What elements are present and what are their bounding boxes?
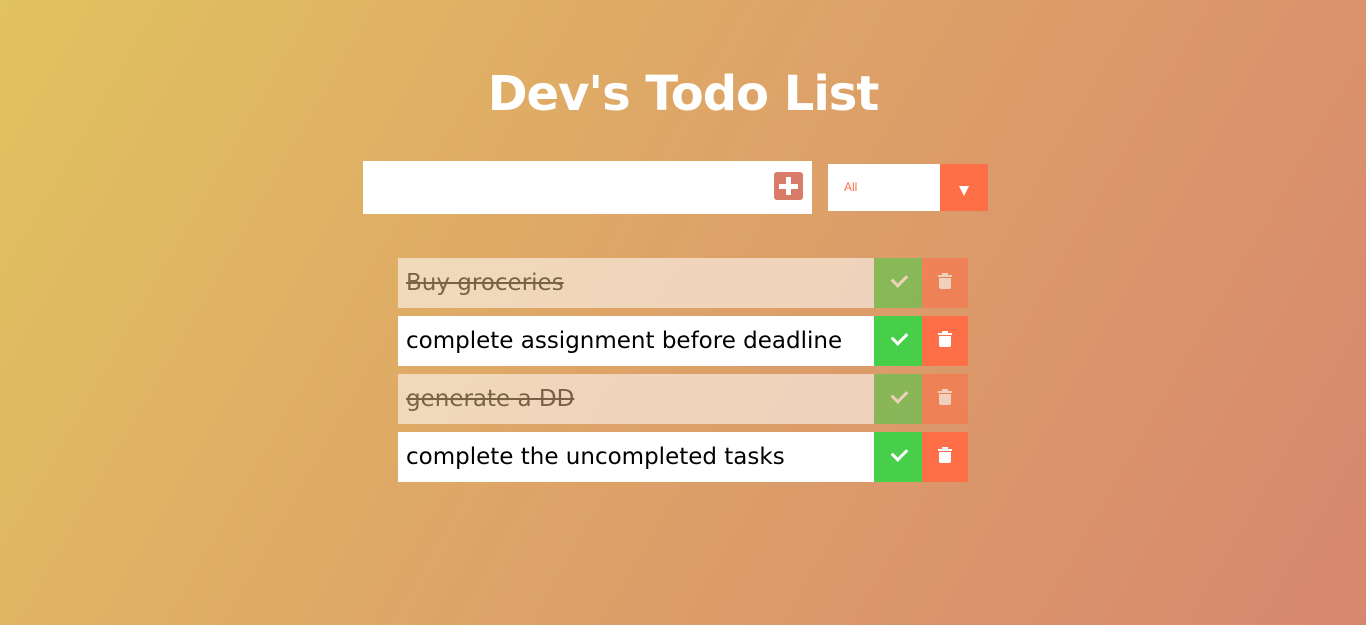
todo-text: generate a DD [406, 386, 575, 412]
add-todo-button[interactable] [774, 172, 803, 200]
complete-button[interactable] [874, 316, 922, 366]
complete-button[interactable] [874, 432, 922, 482]
todo-item: Buy groceries [398, 258, 968, 308]
todo-text: complete the uncompleted tasks [406, 444, 785, 470]
check-icon [890, 386, 909, 404]
caret-down-icon [959, 186, 969, 196]
complete-button[interactable] [874, 258, 922, 308]
filter-select[interactable]: All [828, 164, 988, 211]
todo-text: complete assignment before deadline [406, 328, 843, 354]
todo-item: generate a DD [398, 374, 968, 424]
check-icon [890, 328, 909, 346]
filter-selected-value: All [844, 180, 858, 194]
trash-icon [938, 273, 952, 291]
todo-item: complete the uncompleted tasks [398, 432, 968, 482]
todo-text: Buy groceries [406, 270, 564, 296]
todo-input[interactable] [363, 161, 763, 214]
check-icon [890, 444, 909, 462]
todo-form [363, 161, 812, 214]
delete-button[interactable] [922, 258, 968, 308]
delete-button[interactable] [922, 432, 968, 482]
complete-button[interactable] [874, 374, 922, 424]
delete-button[interactable] [922, 374, 968, 424]
trash-icon [938, 389, 952, 407]
check-icon [890, 270, 909, 288]
page-title: Dev's Todo List [487, 66, 880, 123]
todo-item: complete assignment before deadline [398, 316, 968, 366]
trash-icon [938, 447, 952, 465]
todo-list: Buy groceries complete assignment before… [398, 258, 968, 490]
trash-icon [938, 331, 952, 349]
delete-button[interactable] [922, 316, 968, 366]
filter-dropdown-toggle[interactable] [940, 164, 988, 211]
